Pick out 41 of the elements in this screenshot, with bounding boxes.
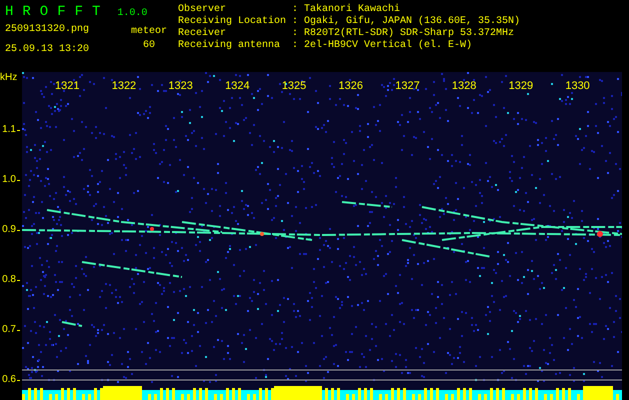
time-label: 1324 [225,80,251,92]
axis-tick [17,330,20,331]
time-label: 1328 [452,80,478,92]
axis-label: 0.8 [2,274,16,286]
axis-label: 0.6 [2,374,16,386]
time-label: 1329 [508,80,534,92]
colon-separator: : [292,16,300,28]
axis-tick [17,180,20,181]
file-name: 2509131320.png [5,24,90,36]
colon-separator: : [292,4,300,16]
time-label: 1323 [168,80,194,92]
axis-label: 0.7 [2,324,16,336]
time-label: 1330 [565,80,591,92]
time-label: 1326 [338,80,364,92]
app-name: HROFFT [5,4,110,20]
colon-separator: : [292,28,300,40]
colon-separator: : [292,40,300,52]
mode-label: meteor [130,26,167,38]
time-label: 1327 [395,80,421,92]
unit-label: kHz [0,72,18,84]
axis-tick [17,230,20,231]
date-time: 25.09.13 13:20 [5,44,90,56]
axis-label: 1.1 [2,124,16,136]
info-value: Ogaki, Gifu, JAPAN (136.60E, 35.35N) [304,16,520,28]
info-label: Receiving Location [178,16,288,28]
info-label: Receiver [178,28,228,40]
info-value: R820T2(RTL-SDR) SDR-Sharp 53.372MHz [304,28,516,40]
time-label: 1322 [112,80,138,92]
axis-tick [17,380,20,381]
time-label: 1325 [282,80,308,92]
info-label: Receiving antenna [178,40,282,52]
info-value: 2el-HB9CV Vertical (el. E-W) [304,40,474,52]
axis-tick [17,130,20,131]
axis-label: 1.0 [2,174,16,186]
info-value: Takanori Kawachi [304,4,402,16]
count-label: 60 [142,40,155,52]
version-label: 1.0.0 [117,8,148,20]
axis-label: 0.9 [2,224,16,236]
time-label: 1321 [55,80,80,92]
axis-tick [17,280,20,281]
info-label: Observer [178,4,228,16]
